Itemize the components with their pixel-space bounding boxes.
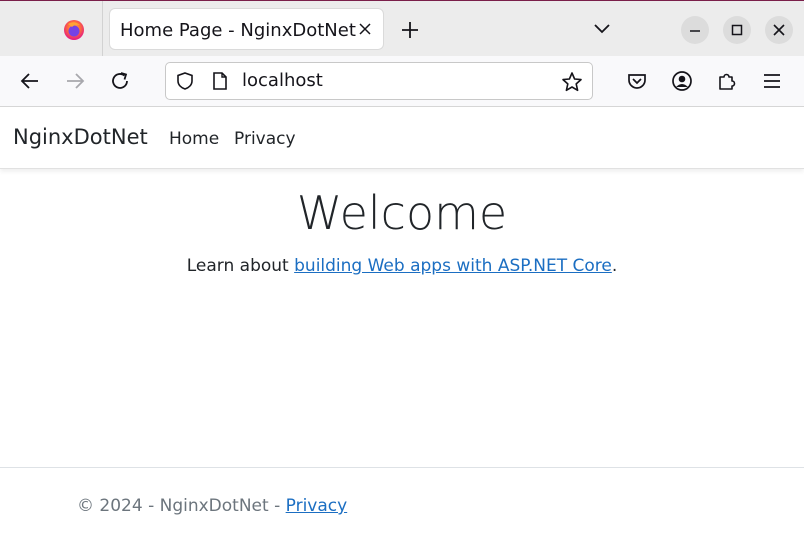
intro-suffix: .	[611, 256, 618, 276]
browser-toolbar: localhost	[0, 56, 804, 107]
close-window-button[interactable]	[765, 16, 793, 44]
extensions-icon[interactable]	[716, 70, 738, 92]
footer-divider	[0, 467, 804, 468]
pocket-icon[interactable]	[626, 70, 648, 92]
chevron-down-icon[interactable]	[592, 21, 612, 37]
url-text[interactable]: localhost	[242, 70, 323, 91]
active-tab[interactable]: Home Page - NginxDotNet	[109, 8, 384, 50]
reload-icon[interactable]	[109, 70, 131, 92]
tab-separator	[102, 1, 103, 56]
forward-arrow-icon[interactable]	[64, 70, 86, 92]
menu-icon[interactable]	[761, 70, 783, 92]
back-arrow-icon[interactable]	[19, 70, 41, 92]
site-brand-link[interactable]: NginxDotNet	[13, 125, 148, 149]
account-icon[interactable]	[671, 70, 693, 92]
plus-icon[interactable]	[400, 20, 420, 40]
address-bar[interactable]: localhost	[165, 62, 593, 100]
footer-privacy-link[interactable]: Privacy	[286, 496, 348, 516]
intro-text: Learn about building Web apps with ASP.N…	[0, 256, 804, 276]
maximize-button[interactable]	[723, 16, 751, 44]
nav-link-privacy[interactable]: Privacy	[234, 129, 296, 149]
maximize-icon	[731, 24, 743, 36]
minimize-icon	[690, 30, 700, 32]
page-title: Welcome	[296, 186, 508, 240]
aspnet-docs-link[interactable]: building Web apps with ASP.NET Core	[294, 256, 612, 276]
site-header: NginxDotNet Home Privacy	[0, 107, 804, 169]
site-footer: © 2024 - NginxDotNet - Privacy	[77, 496, 347, 516]
page-icon[interactable]	[211, 71, 229, 91]
footer-copyright: © 2024 - NginxDotNet -	[77, 496, 286, 516]
close-icon	[773, 24, 785, 36]
tab-title: Home Page - NginxDotNet	[120, 20, 356, 41]
intro-prefix: Learn about	[186, 256, 295, 276]
nav-link-home[interactable]: Home	[169, 129, 219, 149]
minimize-button[interactable]	[681, 16, 709, 44]
browser-tab-strip: Home Page - NginxDotNet	[0, 0, 804, 56]
firefox-icon[interactable]	[62, 18, 86, 42]
close-icon[interactable]	[357, 21, 373, 37]
shield-icon[interactable]	[175, 71, 195, 91]
star-icon[interactable]	[561, 71, 583, 93]
